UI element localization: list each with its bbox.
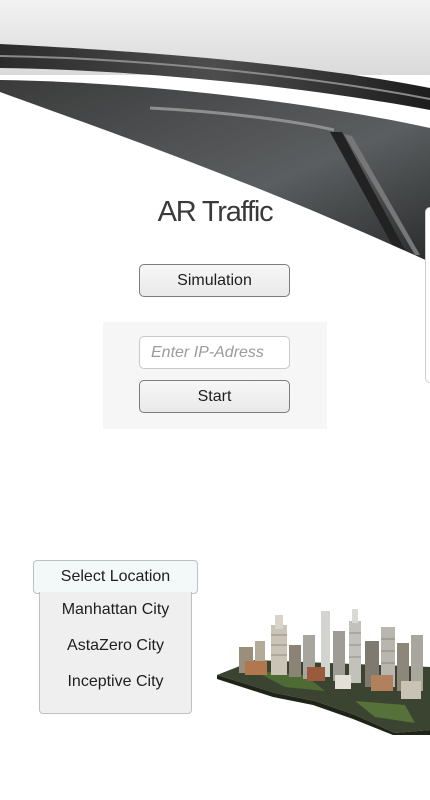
city-3d-model-image: [217, 609, 430, 735]
location-option-astazero[interactable]: AstaZero City: [40, 628, 191, 664]
location-options-list: Manhattan City AstaZero City Inceptive C…: [39, 592, 192, 714]
start-button[interactable]: Start: [139, 380, 290, 413]
simulation-button[interactable]: Simulation: [139, 264, 290, 297]
app-title: AR Traffic: [157, 196, 274, 228]
location-option-inceptive[interactable]: Inceptive City: [40, 664, 191, 700]
ip-address-input[interactable]: [139, 336, 290, 369]
location-option-manhattan[interactable]: Manhattan City: [40, 592, 191, 628]
select-location-dropdown[interactable]: Select Location: [33, 560, 198, 594]
side-panel-edge[interactable]: [425, 207, 430, 383]
